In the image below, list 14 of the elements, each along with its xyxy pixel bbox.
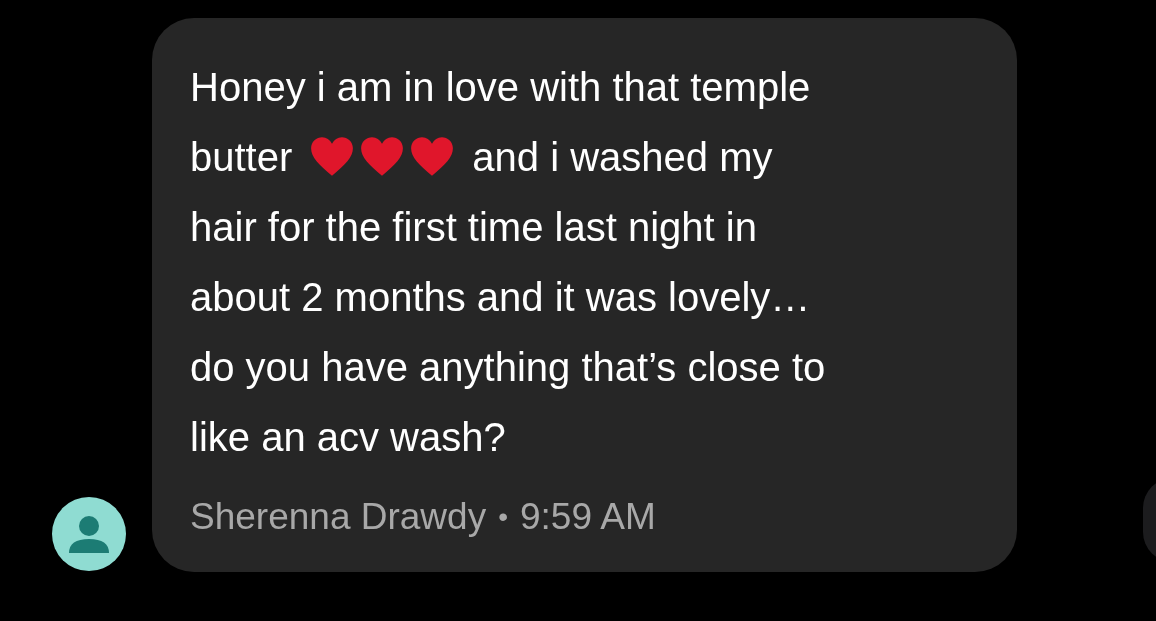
- message-text: hair for the first time last night in: [190, 204, 757, 250]
- avatar-icon[interactable]: [52, 497, 126, 571]
- message-text: like an acv wash?: [190, 414, 506, 460]
- sender-name: Sherenna Drawdy: [190, 496, 487, 538]
- separator-dot: •: [498, 501, 508, 533]
- message-time: 9:59 AM: [520, 496, 656, 538]
- message-text: butter: [190, 134, 293, 180]
- message-text: and i washed my: [472, 134, 773, 180]
- heart-icon: [410, 137, 455, 177]
- heart-icon: [310, 137, 355, 177]
- message-text: about 2 months and it was lovely…: [190, 274, 811, 320]
- message-text: do you have anything that’s close to: [190, 344, 826, 390]
- heart-icon: [360, 137, 405, 177]
- message-text: Honey i am in love with that temple: [190, 64, 811, 110]
